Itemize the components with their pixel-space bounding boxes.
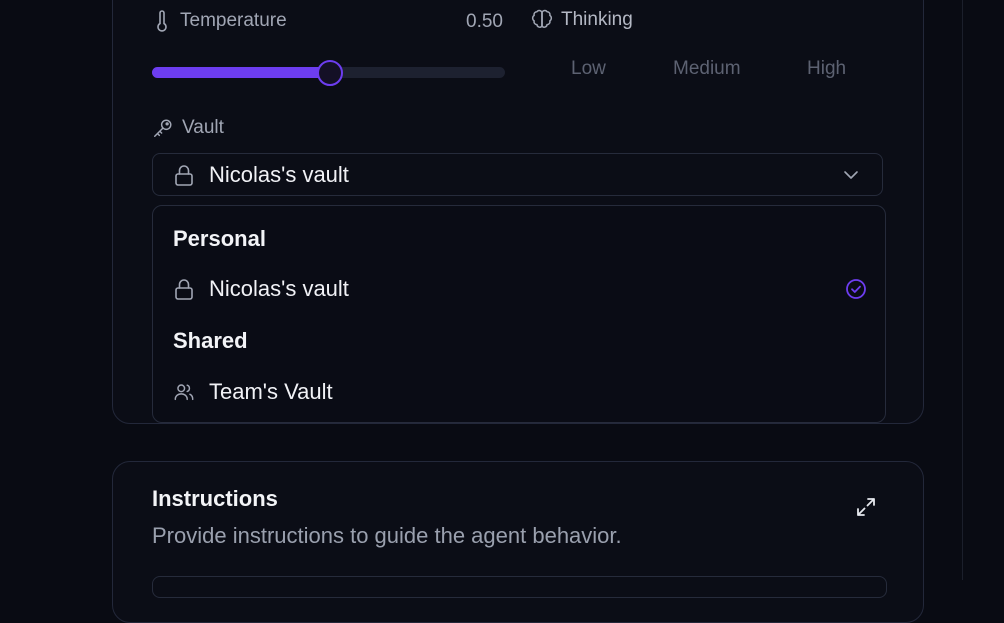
expand-button[interactable]: [855, 496, 877, 518]
menu-group-shared: Shared: [173, 328, 248, 353]
vault-dropdown-menu: Personal Nicolas's vault Shared Team's V…: [152, 205, 886, 423]
thermometer-icon: [152, 10, 172, 32]
temperature-slider[interactable]: [152, 60, 505, 86]
menu-item-nicolas-vault[interactable]: Nicolas's vault: [173, 271, 867, 307]
lock-icon: [173, 163, 195, 187]
vault-select[interactable]: Nicolas's vault: [152, 153, 883, 196]
temperature-label: Temperature: [180, 10, 287, 31]
instructions-textarea[interactable]: [152, 576, 887, 598]
menu-group-personal: Personal: [173, 226, 266, 251]
brain-icon: [531, 9, 553, 31]
thinking-label: Thinking: [561, 9, 633, 30]
temperature-label-row: Temperature: [152, 10, 287, 32]
temperature-slider-fill: [152, 67, 329, 78]
menu-item-label: Team's Vault: [209, 379, 333, 404]
users-icon: [173, 380, 195, 404]
temperature-value: 0.50: [466, 11, 503, 32]
check-circle-icon: [845, 278, 867, 300]
menu-item-label: Nicolas's vault: [209, 276, 349, 301]
page-divider: [962, 0, 963, 580]
vault-label-row: Vault: [152, 117, 224, 139]
thinking-option-low[interactable]: Low: [571, 58, 606, 80]
lock-icon: [173, 277, 195, 301]
thinking-label-row: Thinking: [531, 9, 633, 31]
expand-icon: [855, 496, 877, 518]
thinking-option-high[interactable]: High: [807, 58, 846, 80]
instructions-subtitle: Provide instructions to guide the agent …: [152, 523, 622, 548]
key-icon: [152, 117, 174, 139]
temperature-slider-thumb[interactable]: [316, 60, 343, 86]
vault-label: Vault: [182, 117, 224, 138]
vault-select-value: Nicolas's vault: [209, 161, 349, 187]
menu-item-team-vault[interactable]: Team's Vault: [173, 374, 867, 410]
thinking-option-medium[interactable]: Medium: [673, 58, 741, 80]
instructions-title: Instructions: [152, 486, 278, 511]
chevron-down-icon: [842, 166, 860, 184]
